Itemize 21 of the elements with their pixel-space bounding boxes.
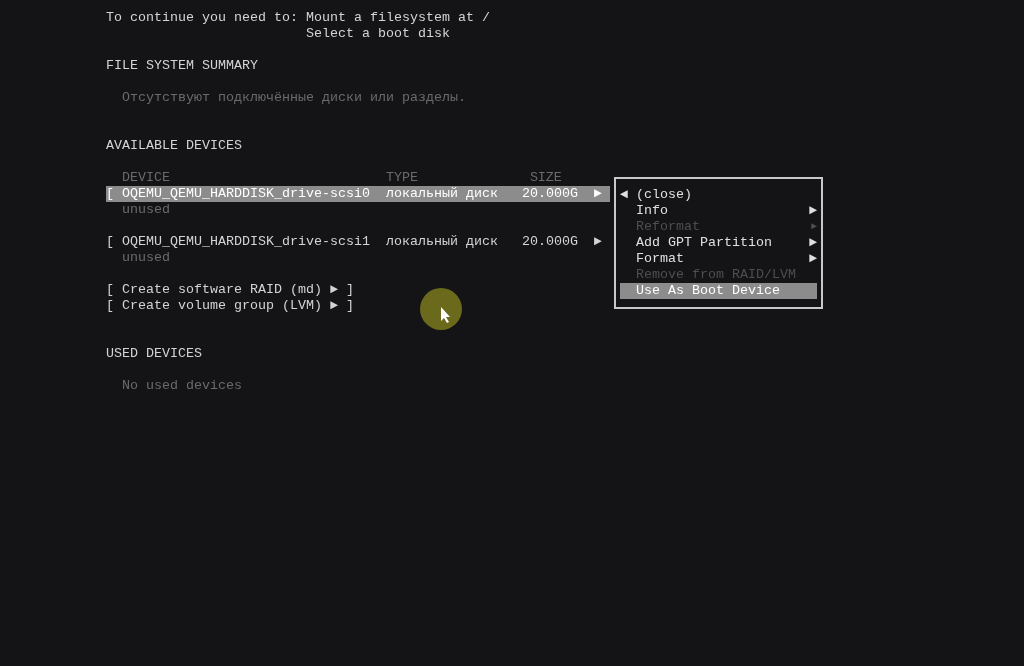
- section-heading: FILE SYSTEM SUMMARY: [106, 58, 259, 74]
- column-header: DEVICE: [122, 170, 171, 186]
- menu-item[interactable]: ◄ (close): [620, 187, 817, 203]
- device-status: unused: [121, 250, 170, 266]
- requirement-text: Select a boot disk: [305, 26, 451, 42]
- menu-item[interactable]: Format ►: [620, 251, 817, 267]
- notice-label: To continue you need to:: [106, 10, 299, 26]
- section-heading: AVAILABLE DEVICES: [106, 138, 243, 154]
- device-row[interactable]: [ OQEMU_QEMU_HARDDISK_drive-scsi1 локальный диск 20.000G ►: [106, 234, 610, 250]
- empty-message: Отсутствуют подключённые диски или разделы.: [121, 90, 467, 106]
- create-action[interactable]: [ Create software RAID (md) ► ]: [106, 282, 354, 298]
- mouse-pointer-icon: [419, 287, 463, 331]
- create-action[interactable]: [ Create volume group (LVM) ► ]: [106, 298, 354, 314]
- menu-item[interactable]: Add GPT Partition ►: [620, 235, 817, 251]
- device-status: unused: [121, 202, 170, 218]
- column-header: SIZE: [529, 170, 562, 186]
- menu-item[interactable]: Info ►: [620, 203, 817, 219]
- section-heading: USED DEVICES: [106, 346, 203, 362]
- empty-message: No used devices: [121, 378, 243, 394]
- column-header: TYPE: [385, 170, 419, 186]
- requirement-text: Mount a filesystem at /: [305, 10, 490, 26]
